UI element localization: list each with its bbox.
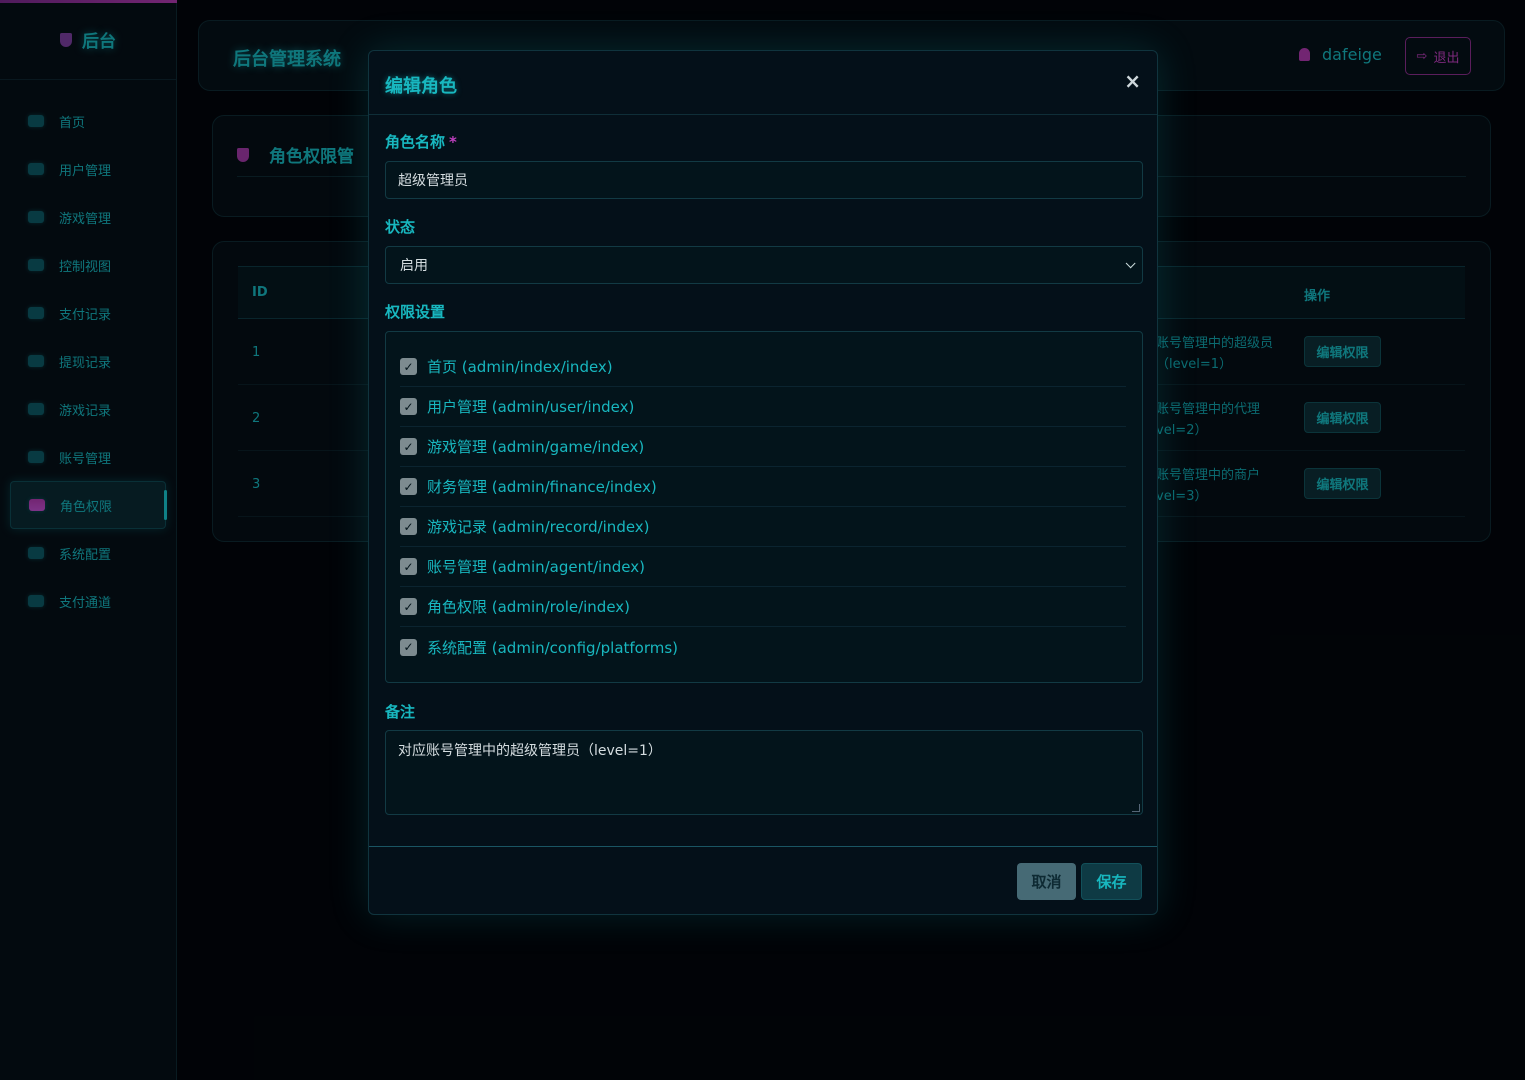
checkbox-checked-icon[interactable]: ✓ (400, 438, 417, 455)
modal-title: 编辑角色 (385, 76, 457, 97)
permission-label: 首页 (admin/index/index) (427, 358, 613, 376)
save-button[interactable]: 保存 (1081, 863, 1142, 900)
permission-label: 系统配置 (admin/config/platforms) (427, 638, 679, 657)
remark-textarea[interactable]: 对应账号管理中的超级管理员（level=1） (385, 730, 1143, 815)
status-select[interactable]: 启用 (385, 246, 1143, 284)
role-name-label-text: 角色名称 (385, 133, 446, 151)
permission-item[interactable]: ✓ 角色权限 (admin/role/index) (400, 587, 1126, 627)
cancel-button[interactable]: 取消 (1017, 863, 1076, 900)
remark-label: 备注 (385, 703, 416, 721)
checkbox-checked-icon[interactable]: ✓ (400, 598, 417, 615)
resize-handle-icon[interactable] (1132, 804, 1140, 812)
permission-item[interactable]: ✓ 用户管理 (admin/user/index) (400, 387, 1126, 427)
checkbox-checked-icon[interactable]: ✓ (400, 638, 417, 656)
permissions-list: ✓ 首页 (admin/index/index) ✓ 用户管理 (admin/use… (385, 331, 1143, 683)
checkbox-checked-icon[interactable]: ✓ (400, 518, 417, 535)
modal-footer: 取消 保存 (369, 846, 1157, 914)
permission-label: 财务管理 (admin/finance/index) (427, 478, 657, 496)
required-mark: * (449, 133, 457, 151)
close-icon[interactable]: × (1124, 69, 1141, 93)
permission-label: 游戏记录 (admin/record/index) (427, 518, 650, 536)
checkbox-checked-icon[interactable]: ✓ (400, 478, 417, 495)
status-select-value: 启用 (400, 258, 428, 274)
permissions-label: 权限设置 (385, 303, 446, 321)
edit-role-modal: 编辑角色 × 角色名称 * 超级管理员 状态 启用 权限设置 ✓ 首页 (admin… (368, 50, 1158, 915)
checkbox-checked-icon[interactable]: ✓ (400, 558, 417, 575)
permission-label: 角色权限 (admin/role/index) (427, 598, 631, 616)
chevron-down-icon (1125, 257, 1136, 268)
remark-text: 对应账号管理中的超级管理员（level=1） (398, 743, 662, 759)
permission-label: 用户管理 (admin/user/index) (427, 398, 635, 416)
permission-item[interactable]: ✓ 财务管理 (admin/finance/index) (400, 467, 1126, 507)
role-name-input[interactable]: 超级管理员 (385, 161, 1143, 199)
permission-label: 游戏管理 (admin/game/index) (427, 438, 645, 456)
role-name-label: 角色名称 * (385, 131, 457, 152)
permission-item[interactable]: ✓ 首页 (admin/index/index) (400, 347, 1126, 387)
permission-item[interactable]: ✓ 账号管理 (admin/agent/index) (400, 547, 1126, 587)
permission-item[interactable]: ✓ 游戏记录 (admin/record/index) (400, 507, 1126, 547)
permission-label: 账号管理 (admin/agent/index) (427, 558, 645, 576)
permission-item[interactable]: ✓ 游戏管理 (admin/game/index) (400, 427, 1126, 467)
modal-header: 编辑角色 × (369, 51, 1157, 115)
permission-item[interactable]: ✓ 系统配置 (admin/config/platforms) (400, 627, 1126, 667)
checkbox-checked-icon[interactable]: ✓ (400, 398, 417, 415)
status-label: 状态 (385, 218, 416, 236)
checkbox-checked-icon[interactable]: ✓ (400, 358, 417, 375)
